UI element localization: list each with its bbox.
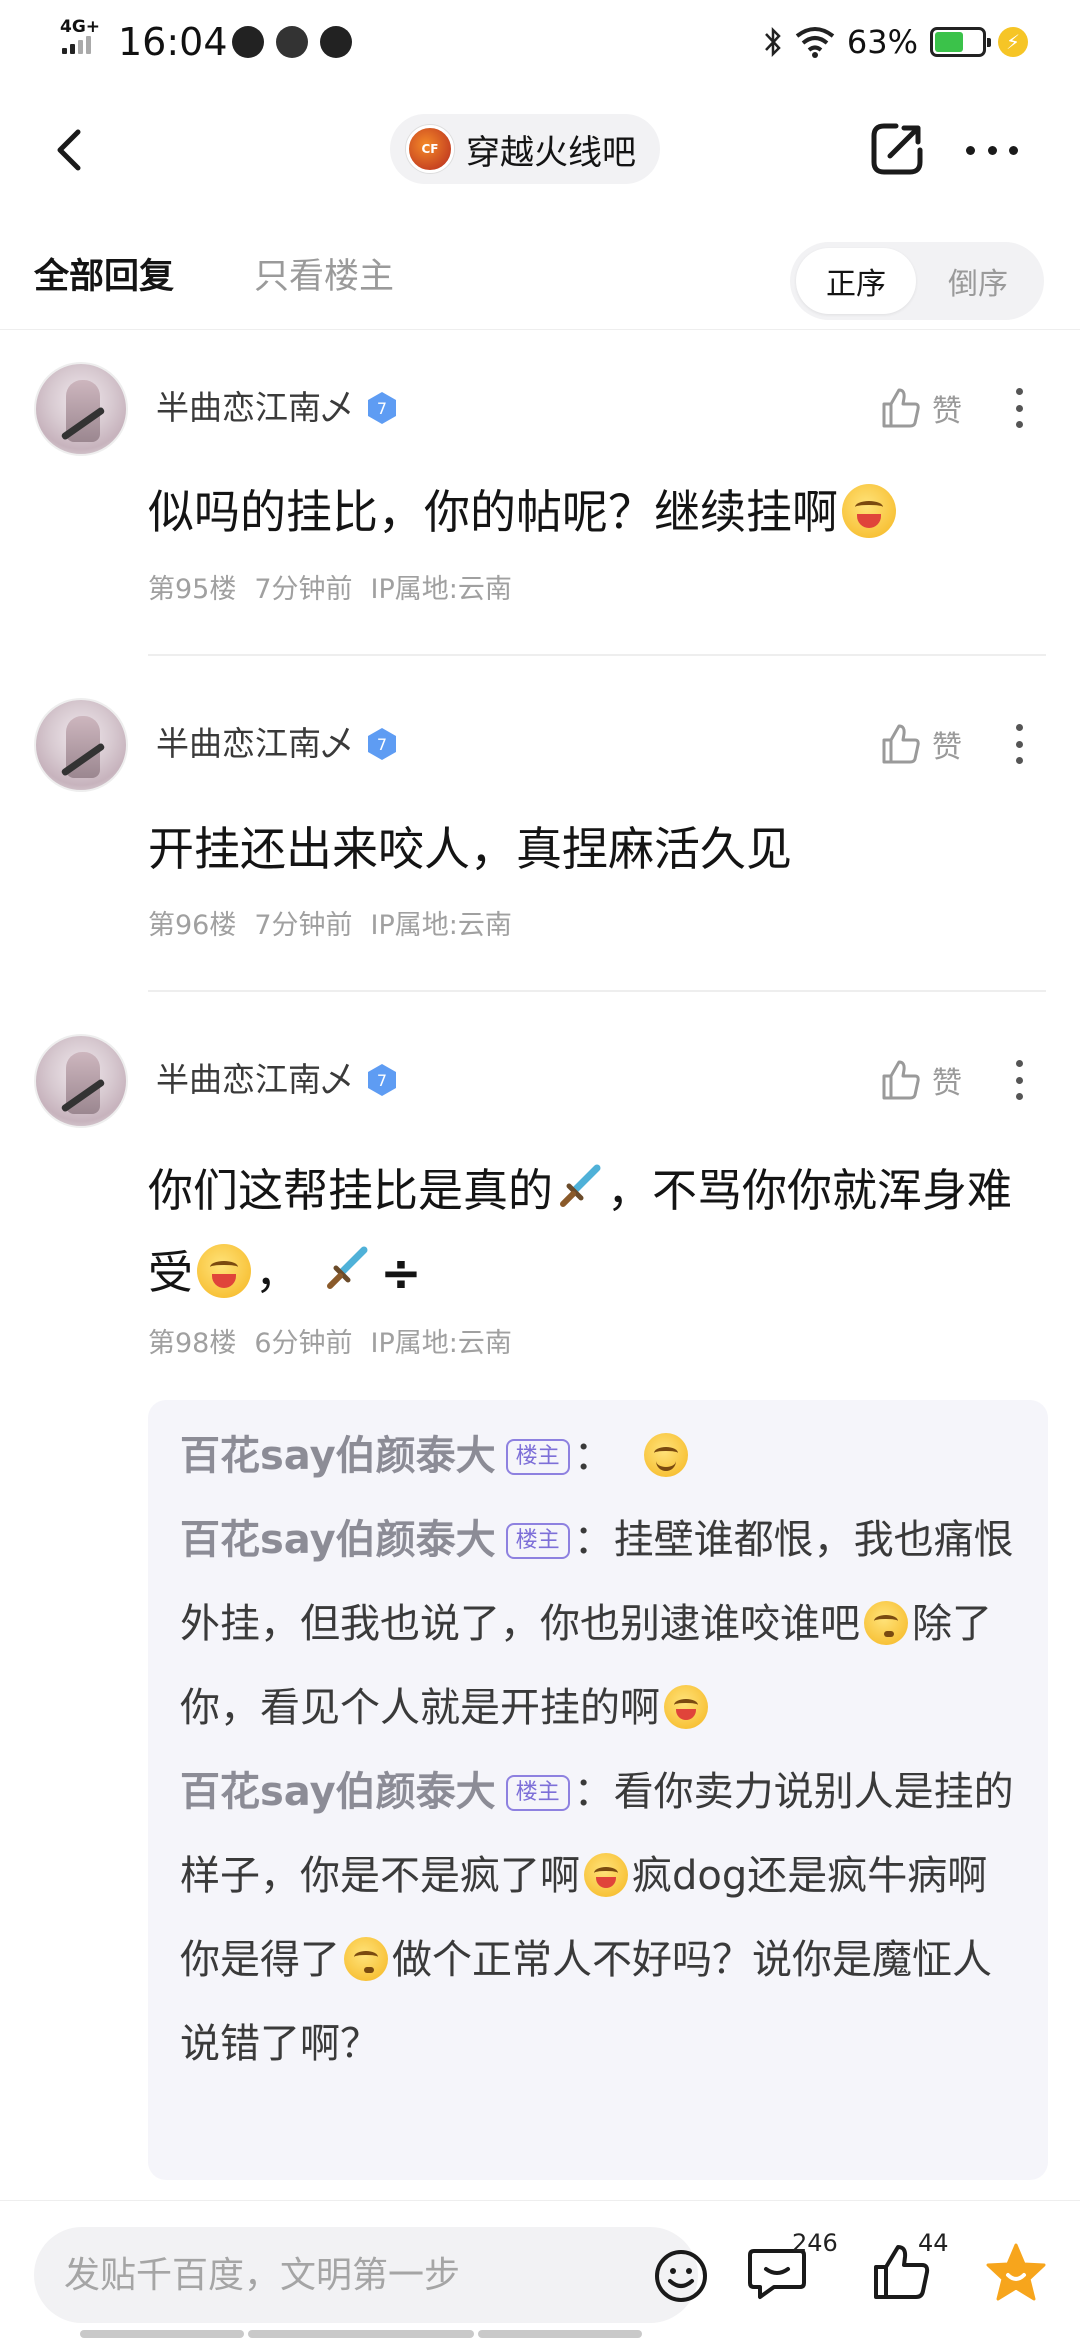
network-type: 4G+ [60, 17, 101, 37]
battery-percent: 63% [846, 23, 918, 61]
like-count: 44 [918, 2229, 949, 2257]
forum-name: 穿越火线吧 [466, 132, 636, 173]
sub-reply: 百花say伯颜泰大 楼主 ：看你卖力说别人是挂的样子，你是不是疯了啊 疯dog还是疯牛… [180, 1769, 1014, 2067]
home-indicator [478, 2330, 642, 2338]
divide-symbol: ÷ [380, 1244, 422, 1302]
sub-reply-author[interactable]: 百花say伯颜泰大 [180, 1433, 496, 1479]
author-name[interactable]: 半曲恋江南乄 [156, 1058, 354, 1102]
post-meta: 第96楼 7分钟前 IP属地:云南 [148, 908, 512, 944]
ip-location: IP属地:云南 [370, 1328, 512, 1359]
laugh-emoji-icon [664, 1685, 708, 1729]
post-content: 开挂还出来咬人，真捏麻活久见 [148, 822, 792, 876]
like-label: 赞 [932, 730, 962, 765]
like-button[interactable]: 赞 [878, 386, 962, 430]
notification-app-icon [320, 26, 352, 58]
bluetooth-icon [764, 26, 781, 58]
thinking-emoji-icon [864, 1601, 908, 1645]
emoji-picker-icon[interactable] [652, 2247, 710, 2305]
floor-number: 第95楼 [148, 574, 237, 605]
notification-app-icon [232, 26, 264, 58]
author-name[interactable]: 半曲恋江南乄 [156, 386, 354, 430]
chevron-left-icon[interactable] [40, 120, 100, 180]
divider [148, 990, 1046, 992]
level-badge-icon: 7 [368, 1064, 396, 1096]
post-time: 7分钟前 [254, 910, 353, 941]
sort-desc-option[interactable]: 倒序 [918, 248, 1038, 314]
host-badge: 楼主 [505, 1523, 570, 1559]
status-bar: 4G+ 16:04 63% ⚡ [0, 0, 1080, 84]
avatar[interactable] [34, 1034, 128, 1128]
sub-reply-author[interactable]: 百花say伯颜泰大 [180, 1517, 496, 1563]
sub-reply: 百花say伯颜泰大 楼主 ：挂壁谁都恨，我也痛恨外挂，但我也说了，你也别逮谁咬谁吧除… [180, 1517, 1014, 1731]
thumbs-up-icon [882, 1060, 920, 1100]
post-time: 7分钟前 [254, 574, 353, 605]
like-label: 赞 [932, 394, 962, 429]
smile-emoji-icon [643, 1433, 688, 1477]
share-icon[interactable] [866, 118, 928, 180]
more-vertical-icon[interactable] [1014, 724, 1024, 764]
charging-icon: ⚡ [998, 27, 1028, 57]
laugh-emoji-icon [197, 1244, 252, 1298]
wifi-icon [795, 27, 835, 58]
post-meta: 第98楼 6分钟前 IP属地:云南 [148, 1326, 512, 1362]
confused-emoji-icon [344, 1937, 388, 1981]
laugh-emoji-icon [842, 484, 896, 538]
sort-asc-option[interactable]: 正序 [796, 248, 916, 314]
sub-reply-box[interactable]: 百花say伯颜泰大 楼主： 百花say伯颜泰大 楼主 ：挂壁谁都恨，我也痛恨外挂，但我… [148, 1400, 1048, 2180]
dagger-emoji-icon [560, 1164, 601, 1207]
signal-icon [62, 36, 91, 54]
host-badge: 楼主 [505, 1439, 570, 1475]
more-vertical-icon[interactable] [1014, 1060, 1024, 1100]
thumbs-up-icon [882, 724, 920, 764]
like-button[interactable]: 赞 [878, 722, 962, 766]
sub-reply: 百花say伯颜泰大 楼主： [180, 1414, 1016, 1498]
floor-number: 第98楼 [148, 1328, 237, 1359]
bottom-action-bar: 246 44 [0, 2200, 1080, 2340]
sort-order-toggle: 正序 倒序 [790, 242, 1044, 320]
laugh-emoji-icon [584, 1853, 628, 1897]
weibo-icon [276, 26, 308, 58]
dagger-emoji-icon [327, 1246, 368, 1289]
more-vertical-icon[interactable] [1014, 388, 1024, 428]
tab-all-replies[interactable]: 全部回复 [34, 254, 174, 300]
level-badge-icon: 7 [368, 392, 396, 424]
reply-input-container[interactable] [34, 2227, 707, 2323]
post-meta: 第95楼 7分钟前 IP属地:云南 [148, 572, 512, 608]
host-badge: 楼主 [505, 1775, 570, 1811]
floor-number: 第96楼 [148, 910, 237, 941]
home-indicator [80, 2330, 244, 2338]
forum-logo-icon: CF [406, 125, 454, 173]
sub-reply-author[interactable]: 百花say伯颜泰大 [180, 1769, 496, 1815]
reply-filter-bar: 全部回复 只看楼主 正序 倒序 [0, 230, 1080, 330]
battery-level [935, 32, 963, 52]
top-nav-bar: CF 穿越火线吧 [0, 90, 1080, 210]
svg-text:7: 7 [377, 1071, 387, 1090]
level-badge-icon: 7 [368, 728, 396, 760]
clock: 16:04 [118, 20, 228, 64]
avatar[interactable] [34, 362, 128, 456]
comment-count: 246 [792, 2229, 838, 2257]
post-content: 似吗的挂比，你的帖呢？继续挂啊 [148, 477, 1048, 547]
tab-host-only[interactable]: 只看楼主 [254, 254, 394, 300]
like-button[interactable]: 赞 [878, 1058, 962, 1102]
svg-text:7: 7 [377, 399, 387, 418]
post-time: 6分钟前 [254, 1328, 353, 1359]
forum-link[interactable]: CF 穿越火线吧 [390, 114, 660, 184]
like-label: 赞 [932, 1066, 962, 1101]
more-horizontal-icon[interactable] [960, 132, 1024, 168]
ip-location: IP属地:云南 [370, 910, 512, 941]
reply-input[interactable] [64, 2227, 604, 2323]
battery-icon [930, 27, 991, 57]
thumbs-up-icon [882, 388, 920, 428]
author-name[interactable]: 半曲恋江南乄 [156, 722, 354, 766]
star-icon[interactable] [984, 2241, 1048, 2305]
svg-text:7: 7 [377, 735, 387, 754]
divider [148, 654, 1046, 656]
ip-location: IP属地:云南 [370, 574, 512, 605]
post-content: 你们这帮挂比是真的 ，不骂你你就浑身难受， ÷ [148, 1150, 1048, 1314]
avatar[interactable] [34, 698, 128, 792]
home-indicator [248, 2330, 474, 2338]
